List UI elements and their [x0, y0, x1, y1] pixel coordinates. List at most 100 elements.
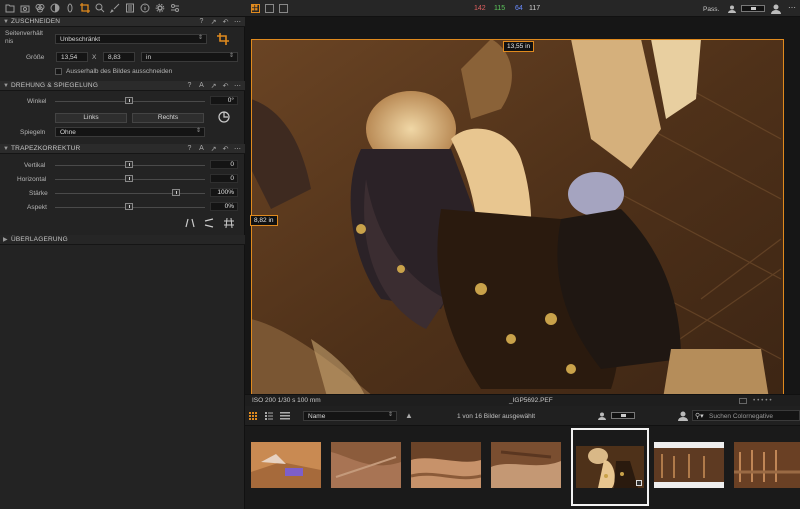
single-view-icon[interactable]: [265, 4, 274, 13]
overlay-section-header[interactable]: ▶ ÜBERLAGERUNG: [0, 235, 245, 245]
thumbnail[interactable]: [331, 442, 401, 488]
tool-panel: ▼ ZUSCHNEIDEN ? ↗ ↶ ⋯ Seitenverhält nis …: [0, 0, 245, 509]
keystone-section-header[interactable]: ▼ TRAPEZKORREKTUR ? A ↗ ↶ ⋯: [0, 144, 245, 154]
fullscreen-view-icon[interactable]: [279, 4, 288, 13]
list-view-icon[interactable]: [265, 412, 273, 420]
help-icon[interactable]: ?: [186, 145, 193, 153]
horizontal-value[interactable]: 0: [210, 174, 238, 183]
mirror-select-value: Ohne: [60, 129, 76, 136]
more-icon[interactable]: ⋯: [234, 82, 241, 90]
horizontal-slider-knob[interactable]: [125, 175, 133, 182]
outside-crop-checkbox[interactable]: [55, 68, 62, 75]
horizontal-label: Horizontal: [17, 176, 47, 183]
sort-select[interactable]: Name ⇕: [303, 411, 397, 421]
more-icon[interactable]: • • • • •: [753, 397, 772, 404]
thumbnail[interactable]: [491, 442, 561, 488]
auto-icon[interactable]: A: [198, 82, 205, 90]
crop-height-field[interactable]: 8,83: [103, 52, 135, 62]
ratio-select-value: Unbeschränkt: [60, 36, 101, 43]
folder-icon[interactable]: [3, 1, 17, 15]
camera-icon[interactable]: [18, 1, 32, 15]
overlay-section-title: ÜBERLAGERUNG: [11, 236, 68, 243]
aspect-slider-knob[interactable]: [125, 203, 133, 210]
thumbnail[interactable]: [251, 442, 321, 488]
more-icon[interactable]: ⋯: [234, 145, 241, 153]
chevron-down-icon: ▼: [3, 82, 9, 89]
info-icon[interactable]: [138, 1, 152, 15]
multi-view-icon[interactable]: [251, 4, 260, 13]
thumbnail[interactable]: [734, 442, 800, 488]
thumbnail[interactable]: [411, 442, 481, 488]
search-icon: ⚲▾: [695, 413, 704, 420]
adjustments-icon[interactable]: [168, 1, 182, 15]
readout-green: 115: [494, 5, 506, 12]
rotate-right-button[interactable]: Rechts: [132, 113, 204, 123]
capture-one-window: ▼ ZUSCHNEIDEN ? ↗ ↶ ⋯ Seitenverhält nis …: [0, 0, 800, 509]
vertical-slider-knob[interactable]: [125, 161, 133, 168]
help-icon[interactable]: ?: [198, 18, 205, 26]
ratio-select[interactable]: Unbeschränkt ⇕: [55, 34, 207, 44]
amount-slider-knob[interactable]: [172, 189, 180, 196]
crop-icon[interactable]: [78, 1, 92, 15]
search-field[interactable]: ⚲▾ Suchen Colornegative: [692, 410, 800, 421]
color-circles-icon[interactable]: [33, 1, 47, 15]
mirror-select[interactable]: Ohne ⇕: [55, 127, 205, 137]
amount-value[interactable]: 100%: [210, 188, 238, 197]
copy-settings-icon[interactable]: ↗: [210, 145, 217, 153]
more-icon[interactable]: ⋯: [234, 18, 241, 26]
reset-icon[interactable]: ↶: [222, 82, 229, 90]
readout-red: 142: [474, 5, 486, 12]
keystone-horizontal-icon[interactable]: [204, 218, 214, 228]
angle-slider-knob[interactable]: [125, 97, 133, 104]
user-large-icon: [771, 4, 781, 14]
rotation-section-header[interactable]: ▼ DREHUNG & SPIEGELUNG ? A ↗ ↶ ⋯: [0, 81, 245, 91]
keystone-vertical-icon[interactable]: [185, 218, 195, 228]
copy-settings-icon[interactable]: ↗: [210, 18, 217, 26]
selected-thumbnail-frame[interactable]: [571, 428, 649, 506]
angle-value[interactable]: 0°: [210, 96, 238, 105]
aspect-value[interactable]: 0%: [210, 202, 238, 211]
more-icon[interactable]: ⋯: [788, 3, 796, 12]
straighten-icon[interactable]: [217, 110, 231, 124]
search-icon[interactable]: [93, 1, 107, 15]
unit-select[interactable]: in ⇕: [141, 52, 238, 62]
vertical-value[interactable]: 0: [210, 160, 238, 169]
user-icon: [728, 5, 736, 13]
crop-tool-icon[interactable]: [217, 33, 231, 45]
mirror-label: Spiegeln: [20, 129, 46, 136]
brush-icon[interactable]: [108, 1, 122, 15]
amount-slider[interactable]: [55, 193, 205, 194]
crop-width-field[interactable]: 13,54: [56, 52, 88, 62]
updown-icon: ⇕: [195, 128, 201, 134]
lens-icon[interactable]: [63, 1, 77, 15]
crop-frame-right[interactable]: [783, 39, 784, 411]
thumb-size-slider[interactable]: [611, 412, 635, 419]
filmstrip-view-icon[interactable]: [280, 412, 290, 420]
rotation-section-title: DREHUNG & SPIEGELUNG: [11, 82, 99, 89]
zoom-slider[interactable]: [741, 5, 765, 12]
browser-toolbar: Name ⇕ ▲ 1 von 16 Bilder ausgewählt ⚲▾ S…: [245, 406, 800, 426]
auto-icon[interactable]: A: [198, 145, 205, 153]
reset-icon[interactable]: ↶: [222, 145, 229, 153]
crop-section-header[interactable]: ▼ ZUSCHNEIDEN ? ↗ ↶ ⋯: [0, 17, 245, 27]
sort-direction-icon[interactable]: ▲: [405, 411, 413, 420]
view-toggle-icon[interactable]: [739, 398, 747, 404]
crop-frame-top[interactable]: [251, 39, 783, 40]
keystone-full-icon[interactable]: [224, 217, 234, 229]
image-viewer[interactable]: 13,55 in 8,82 in: [245, 17, 800, 411]
outside-crop-label: Ausserhalb des Bildes ausschneiden: [66, 68, 173, 75]
grid-view-icon[interactable]: [249, 412, 257, 420]
exposure-icon[interactable]: [48, 1, 62, 15]
metadata-icon[interactable]: [123, 1, 137, 15]
crop-height-tag: 8,82 in: [250, 215, 278, 226]
rotate-left-button[interactable]: Links: [55, 113, 127, 123]
help-icon[interactable]: ?: [186, 82, 193, 90]
copy-settings-icon[interactable]: ↗: [210, 82, 217, 90]
thumbnail[interactable]: [654, 442, 724, 488]
gear-icon[interactable]: [153, 1, 167, 15]
zoom-fit-label[interactable]: Pass.: [703, 6, 719, 13]
edited-badge-icon: [636, 480, 642, 486]
reset-icon[interactable]: ↶: [222, 18, 229, 26]
file-name: _IGP5692.PEF: [509, 397, 553, 404]
photo-preview[interactable]: [251, 39, 783, 411]
